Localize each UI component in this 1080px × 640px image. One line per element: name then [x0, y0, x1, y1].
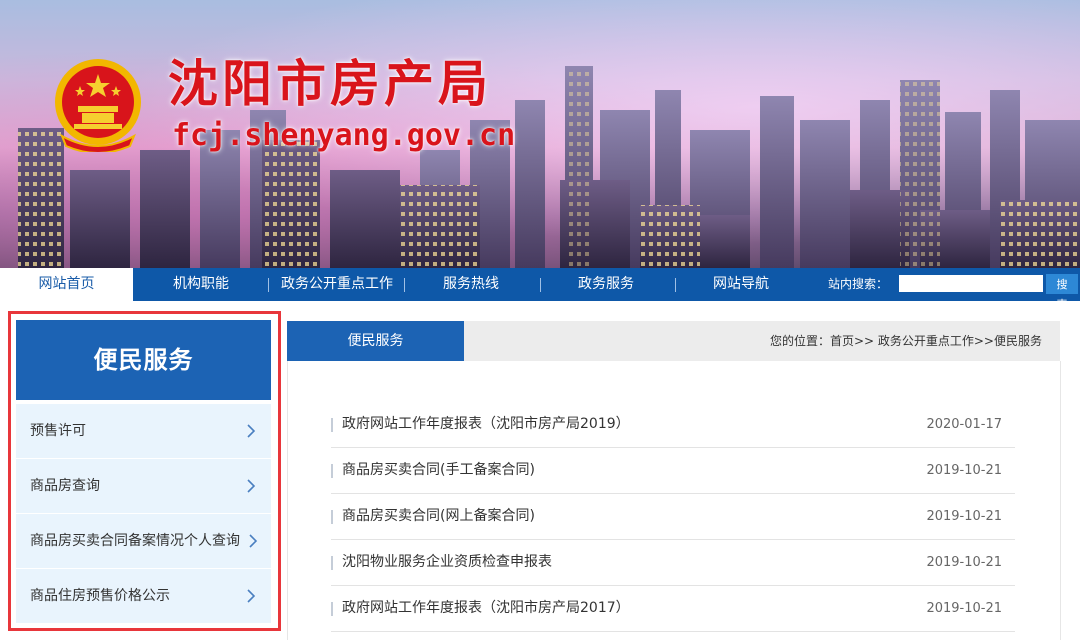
nav-item-home[interactable]: 网站首页: [0, 268, 133, 301]
sidebar-item-contract-record-query[interactable]: 商品房买卖合同备案情况个人查询: [16, 514, 271, 568]
list-item-date: 2019-10-21: [926, 463, 1002, 478]
list-item-date: 2019-10-21: [926, 509, 1002, 524]
list-item[interactable]: 政府网站工作年度报表（沈阳市房产局2019） 2020-01-17: [331, 402, 1015, 448]
main-nav: 网站首页 机构职能 政务公开重点工作 服务热线 政务服务 网站导航 站内搜索： …: [0, 268, 1080, 311]
list-item-title: 商品房买卖合同(网上备案合同): [342, 508, 535, 524]
breadcrumb: 您的位置：首页>> 政务公开重点工作>>便民服务: [769, 334, 1042, 348]
list-bullet: [331, 418, 333, 432]
nav-item-site-nav[interactable]: 网站导航: [680, 268, 802, 301]
list-item-title: 沈阳物业服务企业资质检查申报表: [342, 554, 552, 570]
list-item-title: 政府网站工作年度报表（沈阳市房产局2017）: [342, 600, 630, 616]
nav-item-gov-services[interactable]: 政务服务: [545, 268, 667, 301]
list-item[interactable]: 政府网站工作年度报表（沈阳市房产局2017） 2019-10-21: [331, 586, 1015, 632]
chevron-right-icon: [247, 479, 256, 493]
chevron-right-icon: [249, 534, 258, 548]
list-item-date: 2019-10-21: [926, 601, 1002, 616]
sidebar-item-housing-query[interactable]: 商品房查询: [16, 459, 271, 513]
list-item-date: 2020-01-17: [926, 417, 1002, 432]
nav-separator: [404, 278, 405, 292]
chevron-right-icon: [247, 424, 256, 438]
sidebar-item-presale-price[interactable]: 商品住房预售价格公示: [16, 569, 271, 623]
list-item[interactable]: 商品房买卖合同(网上备案合同) 2019-10-21: [331, 494, 1015, 540]
content-border-left: [287, 361, 288, 640]
search-label: 站内搜索：: [828, 277, 889, 291]
tab-convenience-services[interactable]: 便民服务: [287, 321, 464, 361]
nav-separator: [540, 278, 541, 292]
list-bullet: [331, 556, 333, 570]
list-item-date: 2019-10-21: [926, 555, 1002, 570]
list-item[interactable]: 商品房买卖合同(手工备案合同) 2019-10-21: [331, 448, 1015, 494]
sidebar-title: 便民服务: [16, 320, 271, 400]
list-bullet: [331, 510, 333, 524]
search-input[interactable]: [899, 275, 1043, 292]
list-item-title: 商品房买卖合同(手工备案合同): [342, 462, 535, 478]
sidebar-item-label: 商品房买卖合同备案情况个人查询: [30, 533, 240, 549]
content-border-right: [1060, 361, 1061, 640]
list-item-title: 政府网站工作年度报表（沈阳市房产局2019）: [342, 416, 630, 432]
sidebar-item-presale-permit[interactable]: 预售许可: [16, 404, 271, 458]
search-button[interactable]: 搜索: [1046, 274, 1078, 311]
sidebar-item-label: 预售许可: [30, 423, 86, 439]
sidebar-item-label: 商品住房预售价格公示: [30, 588, 170, 604]
list-item[interactable]: 沈阳物业服务企业资质检查申报表 2019-10-21: [331, 540, 1015, 586]
nav-item-gov-affairs[interactable]: 政务公开重点工作: [272, 268, 402, 301]
list-bullet: [331, 464, 333, 478]
chevron-right-icon: [247, 589, 256, 603]
list-bullet: [331, 602, 333, 616]
site-title: 沈阳市房产局: [168, 54, 492, 113]
news-list: 政府网站工作年度报表（沈阳市房产局2019） 2020-01-17 商品房买卖合…: [331, 402, 1015, 632]
nav-item-hotline[interactable]: 服务热线: [410, 268, 532, 301]
sidebar-item-label: 商品房查询: [30, 478, 100, 494]
sidebar-menu: 预售许可 商品房查询 商品房买卖合同备案情况个人查询 商品住房预售价格公示: [16, 404, 271, 624]
nav-separator: [268, 278, 269, 292]
site-domain: fcj.shenyang.gov.cn: [172, 118, 516, 153]
national-emblem-icon: [55, 59, 141, 152]
nav-separator: [675, 278, 676, 292]
header-banner: 沈阳市房产局 fcj.shenyang.gov.cn: [0, 0, 1080, 268]
city-skyline-illustration: [18, 66, 1080, 268]
nav-item-org-functions[interactable]: 机构职能: [140, 268, 262, 301]
